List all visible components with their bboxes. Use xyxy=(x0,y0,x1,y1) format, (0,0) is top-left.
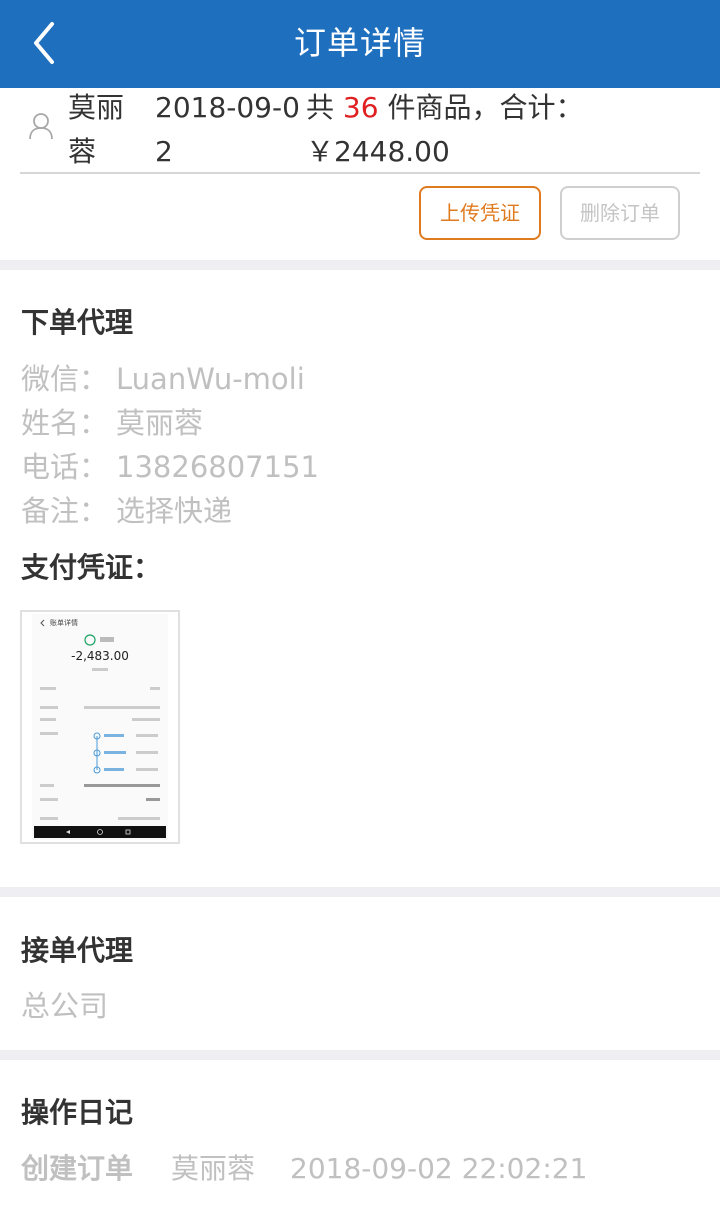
order-date: 2018-09-02 xyxy=(155,91,300,168)
phone-label: 电话： xyxy=(21,450,109,484)
note-label: 备注： xyxy=(21,494,109,528)
name-value: 莫丽蓉 xyxy=(116,406,204,440)
wechat-value: LuanWu-moli xyxy=(116,362,305,396)
receiving-agent-value: 总公司 xyxy=(21,989,109,1023)
name-label: 姓名： xyxy=(21,406,109,440)
divider xyxy=(20,172,700,174)
summary-suffix: 件商品，合计： xyxy=(387,91,584,124)
payment-proof-title: 支付凭证： xyxy=(21,551,162,584)
user-icon xyxy=(28,112,54,140)
section-separator xyxy=(0,1050,720,1060)
upload-proof-button[interactable]: 上传凭证 xyxy=(419,186,541,240)
note-row: 备注： 选择快递 xyxy=(21,490,232,532)
log-action: 创建订单 xyxy=(21,1152,134,1185)
payment-proof-thumbnail[interactable]: 账单详情 -2,483.00 xyxy=(20,610,180,844)
note-value: 选择快递 xyxy=(116,494,233,528)
name-row: 姓名： 莫丽蓉 xyxy=(21,402,203,444)
receipt-amount: -2,483.00 xyxy=(71,649,129,663)
top-bar: 订单详情 xyxy=(0,0,720,88)
log-time: 2018-09-02 22:02:21 xyxy=(290,1152,588,1185)
page-title: 订单详情 xyxy=(293,24,426,62)
receipt-header: 账单详情 xyxy=(50,618,78,627)
wechat-row: 微信： LuanWu-moli xyxy=(21,358,305,400)
section-separator xyxy=(0,260,720,270)
operation-log-title: 操作日记 xyxy=(21,1096,134,1129)
phone-row: 电话： 13826807151 xyxy=(21,446,319,488)
ordering-agent-title: 下单代理 xyxy=(21,306,134,339)
wechat-label: 微信： xyxy=(21,362,109,396)
order-total-summary: 共 36 件商品，合计： ￥2448.00 xyxy=(306,86,606,174)
summary-prefix: 共 xyxy=(306,91,335,124)
section-separator xyxy=(0,887,720,897)
phone-value: 13826807151 xyxy=(116,450,319,484)
item-quantity: 36 xyxy=(342,91,379,124)
delete-order-button[interactable]: 删除订单 xyxy=(560,186,680,240)
receipt-screenshot-image: 账单详情 -2,483.00 xyxy=(32,614,168,840)
order-agent-name: 莫丽蓉 xyxy=(68,91,125,168)
order-total: ￥2448.00 xyxy=(306,135,450,168)
receiving-agent-title: 接单代理 xyxy=(21,934,134,967)
log-user: 莫丽蓉 xyxy=(171,1152,256,1185)
